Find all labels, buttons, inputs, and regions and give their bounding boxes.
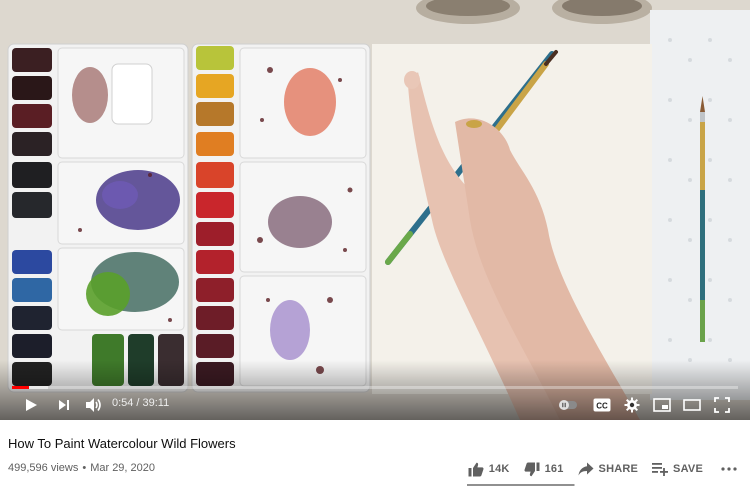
view-count: 499,596 views — [8, 462, 79, 474]
progress-bar[interactable] — [12, 386, 738, 389]
save-label: SAVE — [673, 463, 703, 475]
more-actions-button[interactable] — [721, 467, 742, 471]
miniplayer-button[interactable] — [650, 392, 674, 418]
duration: 39:11 — [142, 397, 170, 409]
meta-separator: • — [82, 462, 87, 474]
dislike-button[interactable]: 161 — [524, 462, 564, 477]
settings-button[interactable] — [620, 392, 644, 418]
autoplay-toggle-icon — [559, 400, 577, 410]
player-controls: 0:54/39:11 CC — [0, 392, 750, 418]
autoplay-toggle[interactable] — [556, 392, 580, 418]
like-button[interactable]: 14K — [468, 462, 510, 477]
upload-date: Mar 29, 2020 — [90, 462, 156, 474]
next-icon — [59, 400, 69, 410]
volume-icon — [86, 398, 101, 412]
current-time: 0:54 — [112, 397, 134, 409]
fullscreen-button[interactable] — [710, 392, 734, 418]
video-player[interactable]: 0:54/39:11 CC — [0, 0, 750, 420]
cc-button[interactable]: CC — [590, 392, 614, 418]
video-frame[interactable] — [0, 0, 750, 420]
thumbs-down-icon — [524, 462, 540, 476]
like-count: 14K — [488, 463, 510, 475]
like-ratio-fill — [467, 484, 574, 486]
playlist-add-icon — [652, 463, 669, 476]
share-label: SHARE — [598, 463, 639, 475]
volume-button[interactable] — [82, 392, 106, 418]
action-bar: 14K 161 SHARE SAVE — [454, 458, 742, 480]
theater-button[interactable] — [680, 392, 704, 418]
progress-played — [12, 386, 29, 389]
save-button[interactable]: SAVE — [652, 462, 703, 476]
share-button[interactable]: SHARE — [578, 462, 639, 476]
miniplayer-icon — [653, 398, 671, 412]
video-meta: 499,596 views • Mar 29, 2020 — [8, 462, 155, 474]
thumbs-up-icon — [468, 462, 484, 476]
video-title: How To Paint Watercolour Wild Flowers — [8, 436, 236, 451]
time-separator: / — [136, 397, 140, 409]
play-icon — [26, 399, 37, 411]
cc-label: CC — [596, 401, 608, 410]
gear-icon — [624, 397, 640, 413]
share-icon — [578, 462, 594, 476]
time-display: 0:54/39:11 — [112, 397, 169, 409]
play-button[interactable] — [18, 392, 44, 418]
more-horizontal-icon — [721, 467, 737, 471]
cc-icon: CC — [593, 398, 611, 412]
dislike-count: 161 — [544, 463, 564, 475]
next-button[interactable] — [52, 392, 76, 418]
fullscreen-icon — [714, 397, 730, 413]
theater-icon — [683, 399, 701, 411]
like-ratio-bar — [467, 484, 575, 486]
